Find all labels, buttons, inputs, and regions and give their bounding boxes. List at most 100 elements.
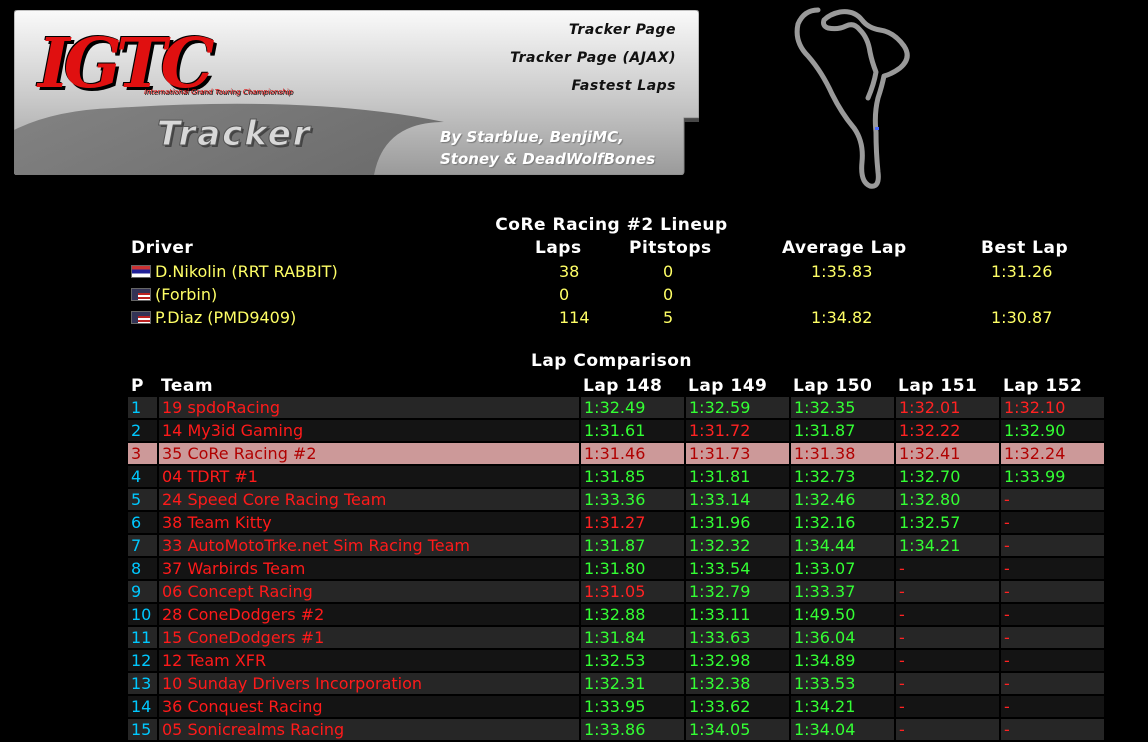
lap-time-cell: 1:31.61	[580, 419, 686, 443]
lap-time-cell: -	[1000, 511, 1106, 535]
table-row: 5 24 Speed Core Racing Team 1:33.36 1:33.14…	[128, 488, 1106, 512]
lap-time-cell: 1:31.80	[580, 557, 686, 581]
table-row: 6 38 Team Kitty 1:31.27 1:31.96 1:32.16 1:32.…	[128, 511, 1106, 535]
team-cell: 33 AutoMotoTrke.net Sim Racing Team	[158, 534, 581, 558]
team-cell: 15 ConeDodgers #1	[158, 626, 581, 650]
lap-time-cell: 1:32.88	[580, 603, 686, 627]
tracker-page-ajax-link[interactable]: Tracker Page (AJAX)	[510, 50, 676, 66]
tracker-page-link[interactable]: Tracker Page	[510, 22, 676, 38]
lap-time-cell: 1:34.21	[895, 534, 1001, 558]
lineup-row: P.Diaz (PMD9409) 114 5 1:34.82 1:30.87	[131, 308, 1091, 331]
table-row: 2 14 My3id Gaming 1:31.61 1:31.72 1:31.87 1:3…	[128, 419, 1106, 443]
lap-time-cell: -	[895, 672, 1001, 696]
lap-time-cell: 1:31.81	[685, 465, 791, 489]
lap-time-cell: -	[1000, 718, 1106, 742]
table-row: 13 10 Sunday Drivers Incorporation 1:32.31…	[128, 672, 1106, 696]
lap-time-cell: 1:32.46	[790, 488, 896, 512]
lap-time-cell: 1:31.84	[580, 626, 686, 650]
lap-time-cell: 1:32.49	[580, 397, 686, 420]
driver-name: D.Nikolin (RRT RABBIT)	[155, 262, 338, 281]
table-row: 12 12 Team XFR 1:32.53 1:32.98 1:34.89- -	[128, 649, 1106, 673]
credits: By Starblue, BenjiMC, Stoney & DeadWolfB…	[440, 126, 655, 170]
lap-time-cell: 1:32.35	[790, 397, 896, 420]
lap-time-cell: 1:32.80	[895, 488, 1001, 512]
lap-time-cell: 1:33.62	[685, 695, 791, 719]
team-cell: 12 Team XFR	[158, 649, 581, 673]
lap-time-cell: 1:33.63	[685, 626, 791, 650]
team-cell: 19 spdoRacing	[158, 397, 581, 420]
position-cell: 15	[128, 718, 159, 742]
driver-best: 1:30.87	[991, 308, 1053, 327]
lap-time-cell: 1:33.86	[580, 718, 686, 742]
team-cell: 35 CoRe Racing #2	[158, 442, 581, 466]
lap-time-cell: -	[1000, 626, 1106, 650]
lap-time-cell: 1:31.05	[580, 580, 686, 604]
header-nav: Tracker Page Tracker Page (AJAX) Fastest…	[510, 22, 676, 106]
table-row: 7 33 AutoMotoTrke.net Sim Racing Team 1:31…	[128, 534, 1106, 558]
lap-time-cell: 1:31.46	[580, 442, 686, 466]
lap-time-cell: 1:32.41	[895, 442, 1001, 466]
lap-time-cell: -	[895, 557, 1001, 581]
lap-time-cell: -	[1000, 695, 1106, 719]
col-lap-152: Lap 152	[1003, 376, 1083, 396]
lap-time-cell: 1:32.01	[895, 397, 1001, 420]
driver-pitstops: 5	[663, 308, 674, 327]
position-cell: 9	[128, 580, 159, 604]
table-row: 15 05 Sonicrealms Racing 1:33.86 1:34.05 1:3…	[128, 718, 1106, 742]
lap-time-cell: 1:34.44	[790, 534, 896, 558]
lap-time-cell: -	[1000, 557, 1106, 581]
position-cell: 2	[128, 419, 159, 443]
driver-name: (Forbin)	[155, 285, 218, 304]
col-position: P	[131, 376, 144, 396]
col-lap-151: Lap 151	[898, 376, 978, 396]
col-laps: Laps	[535, 238, 582, 258]
team-cell: 06 Concept Racing	[158, 580, 581, 604]
lap-time-cell: 1:34.21	[790, 695, 896, 719]
lap-time-cell: 1:31.72	[685, 419, 791, 443]
lap-time-cell: -	[895, 603, 1001, 627]
lap-time-cell: 1:33.14	[685, 488, 791, 512]
lap-time-cell: 1:33.07	[790, 557, 896, 581]
col-pitstops: Pitstops	[629, 238, 712, 258]
driver-cell: (Forbin)	[131, 285, 217, 304]
rs-flag-icon	[131, 265, 151, 278]
driver-avg: 1:34.82	[811, 308, 873, 327]
lap-time-cell: 1:32.10	[1000, 397, 1106, 420]
lineup-table: Driver Laps Pitstops Average Lap Best La…	[131, 238, 1091, 331]
team-cell: 38 Team Kitty	[158, 511, 581, 535]
team-cell: 28 ConeDodgers #2	[158, 603, 581, 627]
lap-time-cell: 1:33.37	[790, 580, 896, 604]
lap-time-cell: 1:32.57	[895, 511, 1001, 535]
table-row: 1 19 spdoRacing 1:32.49 1:32.59 1:32.35 1:32.…	[128, 397, 1106, 420]
lap-time-cell: 1:31.38	[790, 442, 896, 466]
driver-laps: 0	[559, 285, 570, 304]
fastest-laps-link[interactable]: Fastest Laps	[510, 78, 676, 94]
table-row: 10 28 ConeDodgers #2 1:32.88 1:33.11 1:49.50…	[128, 603, 1106, 627]
us-flag-icon	[131, 311, 151, 324]
credits-line-2: Stoney & DeadWolfBones	[440, 150, 656, 168]
lap-time-cell: -	[1000, 603, 1106, 627]
lap-time-cell: 1:32.98	[685, 649, 791, 673]
position-cell: 4	[128, 465, 159, 489]
lap-time-cell: 1:32.53	[580, 649, 686, 673]
lap-time-cell: -	[895, 695, 1001, 719]
team-cell: 14 My3id Gaming	[158, 419, 581, 443]
position-cell: 14	[128, 695, 159, 719]
lap-time-cell: 1:32.16	[790, 511, 896, 535]
table-row-highlighted: 3 35 CoRe Racing #2 1:31.46 1:31.73 1:31.38 1…	[128, 442, 1106, 466]
lap-time-cell: 1:34.89	[790, 649, 896, 673]
col-lap-148: Lap 148	[583, 376, 663, 396]
position-cell: 3	[128, 442, 159, 466]
lap-time-cell: 1:32.24	[1000, 442, 1106, 466]
lap-time-cell: -	[1000, 534, 1106, 558]
lap-time-cell: 1:31.87	[790, 419, 896, 443]
lap-time-cell: 1:33.36	[580, 488, 686, 512]
driver-pitstops: 0	[663, 262, 674, 281]
col-lap-150: Lap 150	[793, 376, 873, 396]
lap-time-cell: -	[895, 649, 1001, 673]
lap-time-cell: 1:32.31	[580, 672, 686, 696]
table-row: 11 15 ConeDodgers #1 1:31.84 1:33.63 1:36.04…	[128, 626, 1106, 650]
lap-time-cell: 1:33.54	[685, 557, 791, 581]
lap-time-cell: -	[1000, 672, 1106, 696]
position-cell: 1	[128, 397, 159, 420]
